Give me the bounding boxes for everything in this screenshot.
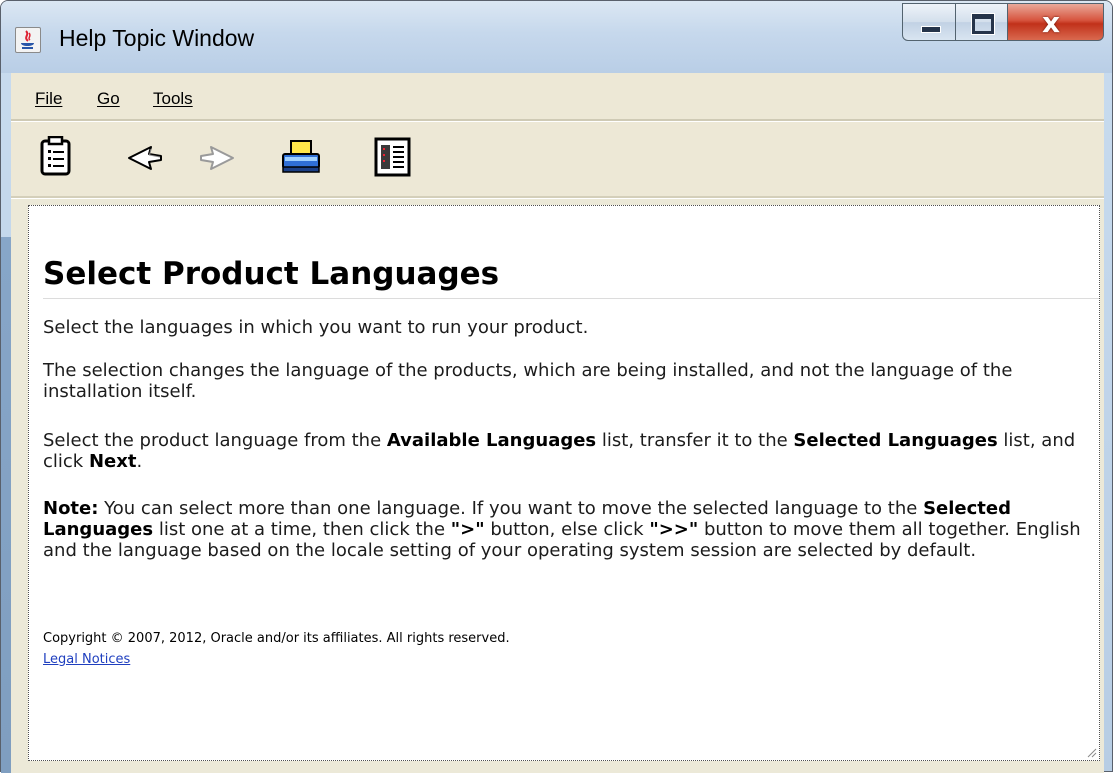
forward-button[interactable] (197, 136, 237, 178)
close-icon: x (1042, 6, 1061, 39)
resize-grip-icon[interactable] (1085, 746, 1097, 758)
back-arrow-icon (128, 146, 162, 170)
printer-icon (282, 140, 320, 173)
help-content-pane[interactable]: Select Product Languages Select the lang… (28, 205, 1100, 761)
back-button[interactable] (125, 136, 165, 178)
maximize-button[interactable] (956, 3, 1008, 41)
window-title: Help Topic Window (59, 25, 255, 51)
paragraph-instructions: Select the product language from the Ava… (43, 430, 1076, 472)
menu-bar: File Go Tools (11, 73, 1104, 119)
menu-go[interactable]: Go (97, 89, 120, 109)
title-bar[interactable]: Help Topic Window x (1, 1, 1112, 73)
paragraph-intro: Select the languages in which you want t… (43, 317, 589, 338)
menu-file[interactable]: File (35, 89, 62, 109)
clipboard-list-icon (40, 136, 71, 176)
minimize-icon (921, 26, 941, 33)
copyright-text: Copyright © 2007, 2012, Oracle and/or it… (43, 631, 510, 646)
java-app-icon (15, 27, 41, 53)
window-controls: x (902, 3, 1104, 43)
legal-notices-link[interactable]: Legal Notices (43, 652, 130, 667)
forward-arrow-icon (200, 146, 234, 170)
minimize-button[interactable] (902, 3, 956, 41)
client-area: File Go Tools Select Product Languages S… (11, 73, 1104, 773)
page-setup-button[interactable] (373, 136, 413, 178)
toolbar (11, 122, 1104, 196)
close-button[interactable]: x (1008, 3, 1104, 41)
window-frame-left (1, 237, 11, 773)
maximize-icon (972, 14, 994, 34)
paragraph-selection: The selection changes the language of th… (43, 360, 1013, 402)
toolbar-separator (11, 196, 1104, 199)
page-layout-icon (374, 137, 411, 177)
print-button[interactable] (281, 136, 321, 178)
paragraph-note: Note: You can select more than one langu… (43, 498, 1081, 561)
page-title: Select Product Languages (43, 256, 1099, 299)
help-topic-window: Help Topic Window x File Go Tools Select… (0, 0, 1113, 773)
menu-tools[interactable]: Tools (153, 89, 193, 109)
toc-button[interactable] (39, 136, 79, 178)
